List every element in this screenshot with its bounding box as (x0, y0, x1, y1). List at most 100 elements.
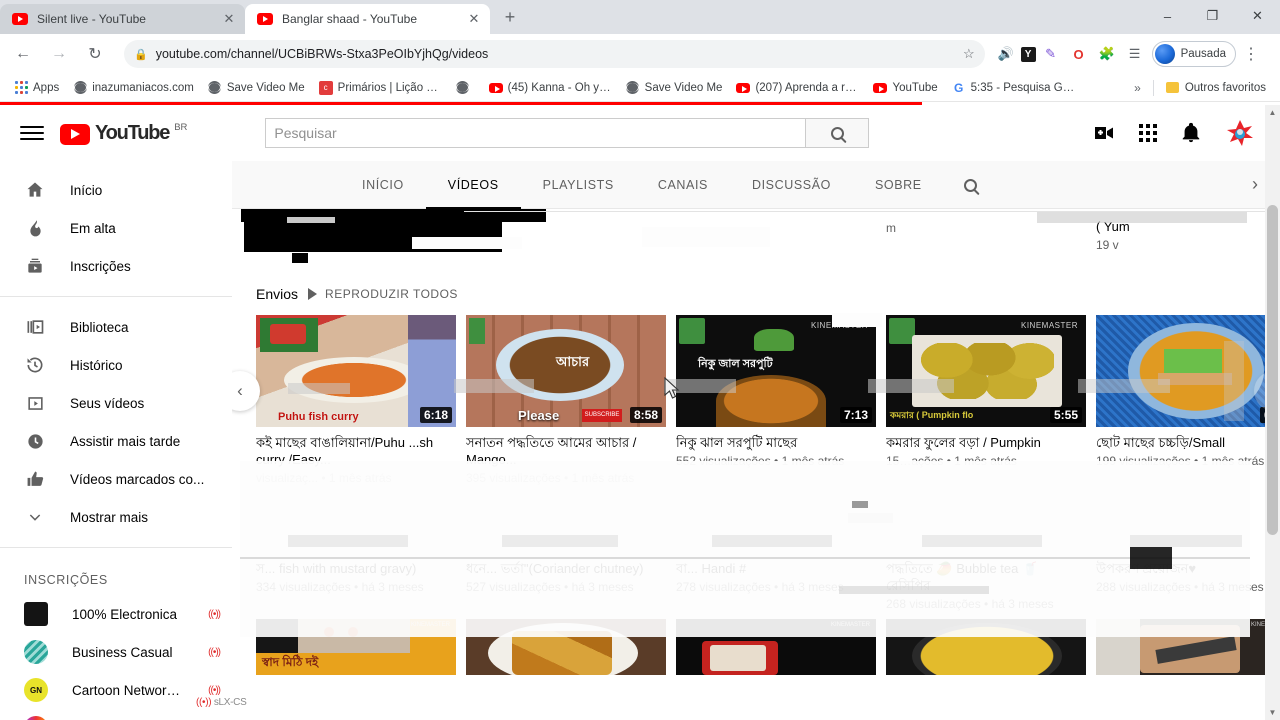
bookmark-item[interactable] (450, 78, 481, 98)
video-card[interactable] (886, 619, 1086, 675)
search-input[interactable]: Pesquisar (265, 118, 806, 148)
scroll-up-icon[interactable]: ▲ (1265, 105, 1280, 120)
sidebar-item-videos-marcados[interactable]: Vídeos marcados co... (0, 460, 232, 498)
video-thumbnail[interactable]: স্বাদ মিঠি দই KINEMASTER (256, 619, 456, 675)
youtube-logo[interactable]: YouTube BR (60, 122, 187, 145)
browser-tab-0[interactable]: Silent live - YouTube ✕ (0, 4, 245, 34)
sidebar-item-historico[interactable]: Histórico (0, 346, 232, 384)
video-card[interactable] (466, 619, 666, 675)
close-icon[interactable]: ✕ (221, 11, 237, 27)
bookmark-item[interactable]: G 5:35 - Pesquisa Goo... (946, 78, 1081, 98)
sidebar-subscription-1[interactable]: Business Casual ((•)) (0, 633, 232, 671)
tab-discussao[interactable]: DISCUSSÃO (730, 161, 853, 209)
hamburger-icon[interactable] (20, 121, 44, 145)
create-video-icon[interactable] (1092, 121, 1116, 145)
video-thumbnail[interactable]: KINEMASTER (676, 619, 876, 675)
apps-grid-icon[interactable] (1138, 123, 1158, 143)
tab-canais[interactable]: CANAIS (636, 161, 730, 209)
video-card[interactable]: Puhu fish curry 6:18 কই মাছের বাঙালিয়ান… (256, 315, 456, 485)
bookmark-item[interactable]: YouTube (867, 78, 943, 98)
browser-tab-1[interactable]: Banglar shaad - YouTube ✕ (245, 4, 490, 34)
tab-inicio[interactable]: INÍCIO (340, 161, 426, 209)
puzzle-extension-icon[interactable]: Y (1020, 46, 1036, 62)
sidebar-item-mostrar-mais[interactable]: Mostrar mais (0, 498, 232, 536)
video-card[interactable]: স্বাদ মিঠি দই KINEMASTER (256, 619, 456, 675)
video-card[interactable] (676, 211, 876, 252)
video-card[interactable]: KINEMASTER (676, 619, 876, 675)
video-thumbnail[interactable]: নিকু জাল সরপুটি KINEMASTER 7:13 (676, 315, 876, 427)
sidebar-item-em-alta[interactable]: Em alta (0, 209, 232, 247)
maximize-icon[interactable]: ❐ (1190, 0, 1235, 32)
forward-icon[interactable]: → (44, 39, 74, 69)
channel-search-icon[interactable] (944, 161, 997, 209)
video-thumbnail[interactable]: আচার Please SUBSCRIBE 8:58 (466, 315, 666, 427)
video-title: নিকু ঝাল সরপুটি মাছের (676, 435, 798, 450)
sidebar-item-biblioteca[interactable]: Biblioteca (0, 308, 232, 346)
sidebar-item-inscricoes[interactable]: Inscrições (0, 247, 232, 285)
bookmark-item[interactable]: (45) Kanna - Oh yea... (483, 78, 618, 98)
extensions-icon[interactable]: 🧩 (1094, 41, 1120, 67)
video-card[interactable]: আচার Please SUBSCRIBE 8:58 সনাতন পদ্ধতিত… (466, 315, 666, 485)
tab-playlists[interactable]: PLAYLISTS (521, 161, 636, 209)
bookmark-item[interactable]: Save Video Me (620, 78, 729, 98)
bookmark-item[interactable]: Save Video Me (202, 78, 311, 98)
sidebar-subscription-0[interactable]: 100% Electronica ((•)) (0, 595, 232, 633)
video-thumbnail[interactable]: 6:14 (1096, 315, 1280, 427)
video-card[interactable]: ধনে... ভর্তা"(Coriander chutney) 527 vis… (466, 553, 666, 611)
new-tab-button[interactable]: + (496, 4, 524, 32)
sidebar-item-assistir-mais-tarde[interactable]: Assistir mais tarde (0, 422, 232, 460)
address-bar[interactable]: 🔒 youtube.com/channel/UCBiBRWs-Stxa3PeOI… (124, 40, 985, 68)
bookmark-item[interactable]: c Primários | Lição da... (313, 78, 448, 98)
video-thumbnail[interactable]: Puhu fish curry 6:18 (256, 315, 456, 427)
reading-list-icon[interactable]: ☰ (1122, 41, 1148, 67)
bookmark-item[interactable]: inazumaniacos.com (67, 78, 200, 98)
close-icon[interactable]: ✕ (1235, 0, 1280, 32)
minimize-icon[interactable]: – (1145, 0, 1190, 32)
video-card[interactable]: KINEMASTER (1096, 619, 1280, 675)
subscription-label: Cartoon Network B... (72, 682, 184, 698)
profile-button[interactable]: Pausada (1151, 41, 1236, 67)
video-thumbnail[interactable]: KINEMASTER (1096, 619, 1280, 675)
scroll-down-icon[interactable]: ▼ (1265, 705, 1280, 720)
video-card[interactable]: উপকরণ প্রয়োজন♥ 288 visualizações • há 3… (1096, 553, 1280, 611)
account-avatar[interactable] (1224, 117, 1256, 149)
tab-videos[interactable]: VÍDEOS (425, 161, 521, 209)
video-card[interactable]: m (886, 211, 1086, 252)
pen-icon[interactable]: ✎ (1038, 41, 1064, 67)
scrollbar-thumb[interactable] (1267, 205, 1278, 535)
bookmark-item[interactable]: (207) Aprenda a re... (730, 78, 865, 98)
star-icon[interactable]: ☆ (963, 46, 975, 62)
bookmarks-overflow-icon[interactable]: » (1128, 81, 1147, 95)
bookmark-apps[interactable]: Apps (8, 78, 65, 98)
notifications-bell-icon[interactable] (1180, 122, 1202, 144)
chevron-right-icon[interactable]: › (1252, 174, 1258, 195)
video-thumbnail[interactable]: কমরার ( Pumpkin flo KINEMASTER 5:55 (886, 315, 1086, 427)
video-title: পদ্ধতিতে 🥭 Bubble tea 🥤 রেসিপির (886, 561, 1039, 593)
sidebar-subscription-3[interactable]: sbt SBT RS ((•)) (0, 709, 232, 720)
browser-menu-icon[interactable]: ⋮ (1236, 39, 1266, 69)
search-button[interactable] (805, 118, 870, 148)
other-bookmarks-folder[interactable]: Outros favoritos (1160, 78, 1272, 98)
video-card[interactable] (466, 211, 666, 252)
close-icon[interactable]: ✕ (466, 11, 482, 27)
video-thumbnail[interactable] (886, 619, 1086, 675)
back-icon[interactable]: ← (8, 39, 38, 69)
video-card[interactable]: ( Yum 19 v (1096, 211, 1280, 252)
page-scrollbar[interactable]: ▲ ▼ (1265, 105, 1280, 720)
video-card[interactable]: ( Pumpkin • 1 m (256, 211, 456, 252)
tab-sobre[interactable]: SOBRE (853, 161, 944, 209)
sidebar-item-inicio[interactable]: Início (0, 171, 232, 209)
play-all-button[interactable]: REPRODUZIR TODOS (308, 287, 458, 301)
video-card[interactable]: নিকু জাল সরপুটি KINEMASTER 7:13 নিকু ঝাল… (676, 315, 876, 485)
sidebar-item-seus-videos[interactable]: Seus vídeos (0, 384, 232, 422)
cast-icon[interactable]: 🔊 (993, 41, 1019, 67)
reload-icon[interactable]: ↻ (80, 39, 110, 69)
video-card[interactable]: বা... Handi # 278 visualizações • há 3 m… (676, 553, 876, 611)
video-card[interactable]: স... fish with mustard gravy) 334 visual… (256, 553, 456, 611)
video-thumbnail[interactable] (466, 619, 666, 675)
video-card[interactable]: পদ্ধতিতে 🥭 Bubble tea 🥤 রেসিপির 268 visu… (886, 553, 1086, 611)
video-card[interactable]: কমরার ( Pumpkin flo KINEMASTER 5:55 কমরা… (886, 315, 1086, 485)
sidebar-item-label: Em alta (70, 220, 116, 236)
video-card[interactable]: 6:14 ছোট মাছের চচ্চড়ি/Small 199 visualiz… (1096, 315, 1280, 485)
opera-icon[interactable]: O (1066, 41, 1092, 67)
